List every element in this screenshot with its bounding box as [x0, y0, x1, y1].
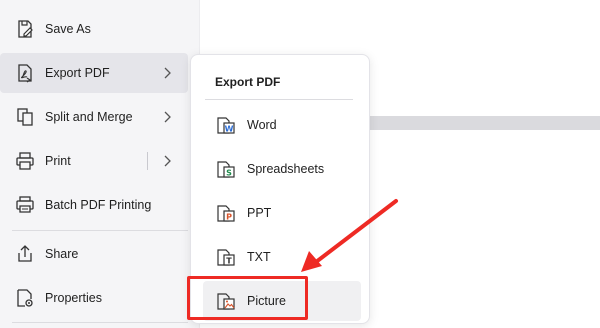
- submenu-title: Export PDF: [215, 75, 281, 89]
- menu-item-label: Share: [45, 247, 79, 261]
- submenu-item-label: Word: [247, 118, 277, 132]
- menu-item-batch-pdf-printing[interactable]: Batch PDF Printing: [0, 185, 188, 225]
- ppt-file-icon: P: [217, 205, 235, 222]
- submenu-item-label: TXT: [247, 250, 271, 264]
- batch-print-icon: [16, 196, 34, 213]
- submenu-item-ppt[interactable]: P PPT: [203, 193, 361, 233]
- svg-text:S: S: [226, 169, 232, 178]
- menu-item-label: Split and Merge: [45, 110, 133, 124]
- svg-text:T: T: [226, 257, 232, 266]
- export-pdf-icon: [18, 64, 32, 83]
- chevron-right-icon: [164, 67, 171, 79]
- submenu-item-label: PPT: [247, 206, 272, 220]
- svg-text:W: W: [225, 125, 234, 134]
- menu-item-properties[interactable]: Properties: [0, 278, 188, 318]
- chevron-right-icon: [164, 111, 171, 123]
- svg-text:P: P: [226, 213, 232, 222]
- menu-item-save-as[interactable]: Save As: [0, 9, 188, 49]
- share-icon: [18, 245, 32, 262]
- properties-icon: [17, 289, 33, 307]
- submenu-divider: [205, 99, 353, 100]
- divider: [147, 152, 148, 170]
- save-as-icon: [18, 20, 33, 38]
- menu-item-label: Properties: [45, 291, 102, 305]
- txt-file-icon: T: [217, 249, 235, 266]
- spreadsheet-file-icon: S: [217, 161, 235, 178]
- split-merge-icon: [17, 108, 33, 126]
- menu-divider: [12, 322, 188, 323]
- menu-item-label: Save As: [45, 22, 91, 36]
- menu-item-share[interactable]: Share: [0, 234, 188, 274]
- menu-item-label: Export PDF: [45, 66, 110, 80]
- print-icon: [16, 152, 34, 170]
- word-file-icon: W: [217, 117, 235, 134]
- menu-divider: [12, 230, 188, 231]
- menu-item-export-pdf[interactable]: Export PDF: [0, 53, 188, 93]
- menu-item-label: Print: [45, 154, 71, 168]
- file-menu-panel: Save As Export PDF Split and Merge Print: [0, 0, 200, 328]
- submenu-item-txt[interactable]: T TXT: [203, 237, 361, 277]
- menu-item-label: Batch PDF Printing: [45, 198, 152, 212]
- submenu-item-word[interactable]: W Word: [203, 105, 361, 145]
- annotation-highlight-box: [187, 276, 308, 320]
- submenu-item-label: Spreadsheets: [247, 162, 325, 176]
- submenu-item-spreadsheets[interactable]: S Spreadsheets: [203, 149, 361, 189]
- menu-item-split-merge[interactable]: Split and Merge: [0, 97, 188, 137]
- chevron-right-icon[interactable]: [162, 155, 172, 167]
- menu-item-print[interactable]: Print: [0, 141, 188, 181]
